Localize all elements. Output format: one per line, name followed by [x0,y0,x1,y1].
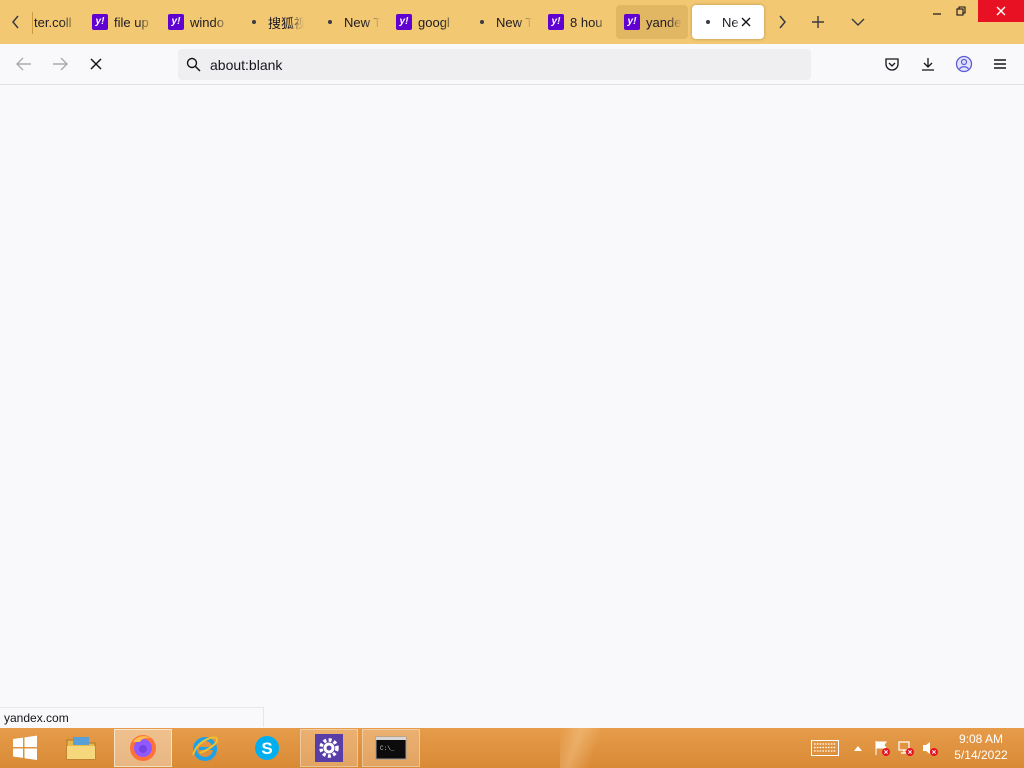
tab-4[interactable]: New T [314,5,384,39]
address-input[interactable] [210,49,800,80]
yahoo-icon: y! [396,14,412,30]
network-button[interactable] [896,738,916,758]
tab-label: googl [418,14,450,30]
downloads-button[interactable] [916,52,940,76]
window-close-button[interactable] [978,0,1024,22]
tab-label: 8 hou [570,14,603,30]
volume-button[interactable] [920,738,940,758]
network-error-icon [898,741,914,756]
volume-muted-icon [923,742,938,756]
clock-date: 5/14/2022 [954,748,1008,762]
yahoo-icon: y! [168,14,184,30]
internet-explorer-taskbar-button[interactable] [176,729,234,767]
chevron-up-icon [854,746,862,751]
tab-0[interactable]: ter.coll [34,5,86,39]
tab-divider [32,12,33,34]
tab-1[interactable]: y! file up [86,5,156,39]
navigation-toolbar [0,44,1024,85]
new-tab-button[interactable] [808,12,828,32]
tab-2[interactable]: y! windo [162,5,232,39]
flag-error-icon [875,741,890,756]
tab-3[interactable]: 搜狐视 [238,5,308,39]
minimize-icon [933,13,941,15]
download-icon [922,58,934,71]
close-icon [996,6,1006,16]
start-button[interactable] [0,729,50,767]
yahoo-icon: y! [92,14,108,30]
plus-icon [812,16,824,28]
restore-icon [956,6,966,16]
hamburger-menu-icon [994,59,1006,69]
firefox-icon [130,735,156,761]
tab-label: New T [496,14,532,30]
chevron-down-icon [851,18,865,26]
tab-label: 搜狐视 [268,15,304,31]
firefox-taskbar-button[interactable] [114,729,172,767]
touch-keyboard-button[interactable] [810,738,840,758]
arrow-right-icon [53,57,68,71]
search-icon [186,57,201,72]
chevron-right-icon [779,15,786,29]
show-hidden-icons-button[interactable] [848,738,868,758]
tab-6[interactable]: New T [466,5,536,39]
pocket-icon [885,58,899,71]
settings-taskbar-button[interactable] [300,729,358,767]
url-bar[interactable] [178,49,811,80]
tab-scroll-left-button[interactable] [6,8,26,36]
system-clock[interactable]: 9:08 AM 5/14/2022 [946,731,1016,763]
skype-taskbar-button[interactable]: S [238,729,296,767]
stop-button[interactable] [84,52,108,76]
command-prompt-icon: C:\_ [375,736,407,760]
tab-7[interactable]: y! 8 hou [542,5,612,39]
file-explorer-taskbar-button[interactable] [52,729,110,767]
arrow-left-icon [16,57,31,71]
windows-logo-icon [13,735,37,760]
tab-scroll-right-button[interactable] [772,8,792,36]
internet-explorer-icon [192,736,219,761]
account-sync-icon [955,55,973,73]
app-menu-button[interactable] [988,52,1012,76]
page-content [0,85,1024,728]
chevron-left-icon [12,15,19,29]
status-panel: yandex.com [0,707,264,727]
dot-icon [706,20,710,24]
action-center-button[interactable] [872,738,892,758]
keyboard-icon [811,740,839,756]
tab-label: windo [190,14,224,30]
dot-icon [480,20,484,24]
list-all-tabs-button[interactable] [848,12,868,32]
back-button[interactable] [12,52,36,76]
tab-label: New T [344,14,380,30]
tab-label: yande [646,14,682,30]
gear-icon [315,734,343,762]
stop-icon [90,58,102,70]
forward-button[interactable] [48,52,72,76]
clock-time: 9:08 AM [958,732,1004,746]
dot-icon [252,20,256,24]
svg-text:C:\_: C:\_ [380,745,395,752]
restore-button[interactable] [946,0,976,22]
taskbar: S C:\_ 9:08 AM 5/14/2022 [0,728,1024,768]
pocket-button[interactable] [880,52,904,76]
folder-icon [66,737,96,760]
tab-close-button[interactable] [738,14,754,30]
svg-text:S: S [261,739,272,758]
account-button[interactable] [952,52,976,76]
command-prompt-taskbar-button[interactable]: C:\_ [362,729,420,767]
tab-8[interactable]: y! yande [616,5,688,39]
close-icon [741,17,751,27]
tab-9-active[interactable]: Ne [692,5,764,39]
tab-strip: ter.coll y! file up y! windo 搜狐视 New T y… [0,0,1024,44]
dot-icon [328,20,332,24]
yahoo-icon: y! [548,14,564,30]
yahoo-icon: y! [624,14,640,30]
skype-icon: S [255,736,279,760]
tab-5[interactable]: y! googl [390,5,460,39]
tab-label: ter.coll [34,14,72,30]
tab-label: file up [114,14,149,30]
taskbar-highlight [560,728,600,768]
